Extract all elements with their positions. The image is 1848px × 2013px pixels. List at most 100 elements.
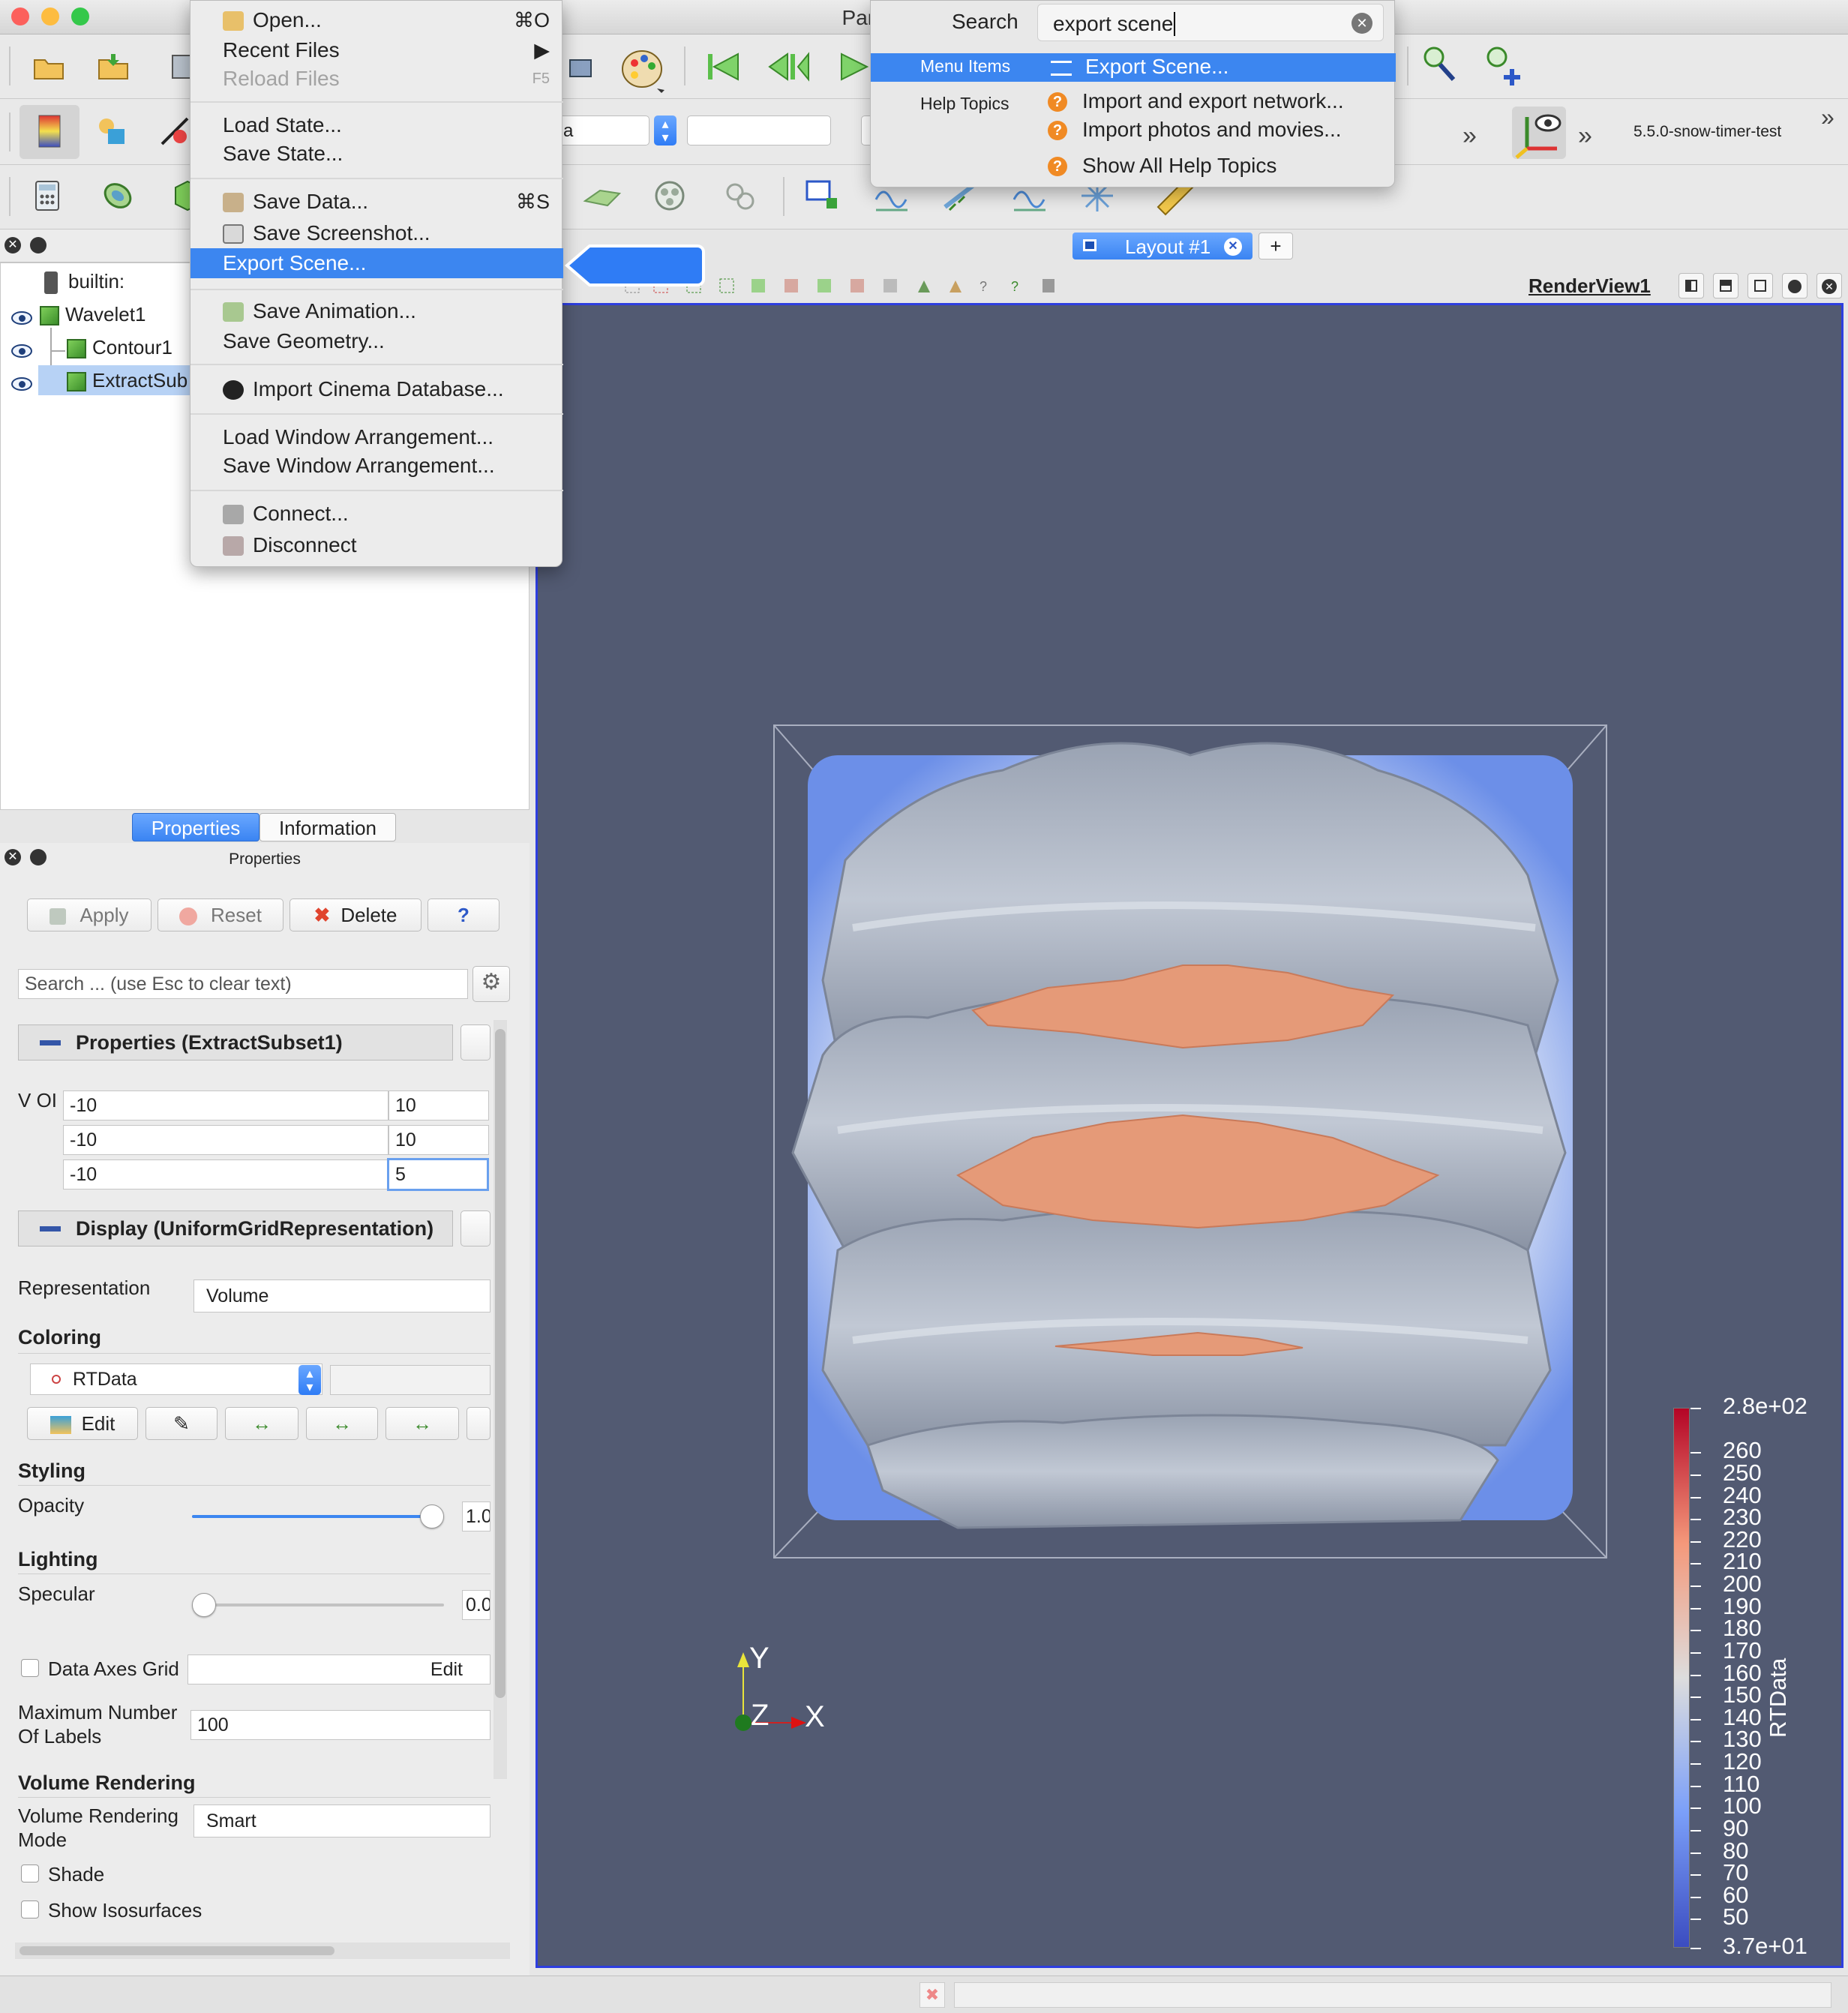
search-result-import-photos-movies[interactable]: Import photos and movies... (1082, 118, 1342, 142)
component-select[interactable] (687, 116, 831, 146)
menu-item-reload-files[interactable]: Reload Files F5 (190, 64, 563, 94)
copy-properties-button[interactable] (460, 1024, 490, 1060)
render-view[interactable]: Y Z X 2.8e+02 260 250 240 230 220 210 200 190 180… (536, 303, 1844, 1968)
apply-button[interactable]: Apply (27, 898, 152, 932)
orientation-axes-icon[interactable] (1512, 106, 1566, 159)
opacity-input[interactable]: 1.0 (462, 1502, 490, 1532)
variable-select[interactable]: a (555, 116, 650, 146)
properties-scrollbar[interactable] (494, 1020, 507, 1779)
open-folder-icon[interactable] (32, 50, 66, 84)
capture-view-icon[interactable] (1782, 273, 1808, 298)
coloring-array-stepper[interactable]: ▴ ▾ (298, 1365, 321, 1395)
delete-button[interactable]: ✖ Delete (290, 898, 422, 932)
menu-item-disconnect[interactable]: Disconnect (190, 530, 563, 560)
tab-information[interactable]: Information (260, 813, 396, 842)
choose-preset-button[interactable]: ✎ (146, 1407, 218, 1440)
menu-item-save-animation[interactable]: Save Animation... (190, 296, 563, 326)
more-tools-chevron-icon[interactable]: » (1462, 122, 1477, 151)
max-labels-input[interactable]: 100 (190, 1710, 490, 1740)
representation-select[interactable]: Volume (194, 1280, 490, 1312)
glyph-icon[interactable] (651, 178, 688, 213)
properties-section-header[interactable]: Properties (ExtractSubset1) (18, 1024, 453, 1060)
pipeline-item-wavelet1[interactable]: Wavelet1 (40, 299, 146, 329)
split-horizontal-icon[interactable] (1678, 273, 1704, 298)
split-vertical-icon[interactable] (1713, 273, 1738, 298)
menu-item-save-screenshot[interactable]: Save Screenshot... (190, 218, 563, 248)
menu-item-load-window-arrangement[interactable]: Load Window Arrangement... (190, 422, 563, 452)
menu-item-import-cinema[interactable]: Import Cinema Database... (190, 374, 563, 404)
close-layout-tab-icon[interactable]: ✕ (1224, 238, 1242, 256)
edit-colormap-button[interactable]: Edit (27, 1407, 138, 1440)
color-map-editor-icon[interactable] (20, 105, 80, 159)
menu-item-save-geometry[interactable]: Save Geometry... (190, 326, 563, 356)
rescale-visible-range-button[interactable] (466, 1407, 490, 1440)
contour-icon[interactable] (100, 178, 135, 213)
rescale-temporal-range-button[interactable]: ↔ (386, 1407, 459, 1440)
voi-min-y[interactable]: -10 (63, 1125, 388, 1155)
search-input[interactable]: export scene ✕ (1037, 4, 1384, 41)
add-layout-tab-button[interactable]: + (1258, 232, 1293, 260)
voi-max-y[interactable]: 10 (388, 1125, 489, 1155)
reset-button[interactable]: Reset (158, 898, 284, 932)
more-view-tools-chevron-icon[interactable]: » (1578, 122, 1592, 151)
error-console-icon[interactable]: ✖ (920, 1982, 945, 2008)
menu-item-load-state[interactable]: Load State... (190, 110, 563, 140)
voi-min-z[interactable]: -10 (63, 1160, 388, 1190)
voi-max-x[interactable]: 10 (388, 1090, 489, 1120)
voi-max-z[interactable]: 5 (387, 1158, 489, 1191)
visibility-eye-icon[interactable] (11, 311, 32, 325)
properties-search-input[interactable]: Search ... (use Esc to clear text) (18, 969, 468, 999)
zoom-to-data-icon[interactable] (1422, 44, 1460, 88)
search-result-export-scene[interactable]: Export Scene... (1051, 55, 1228, 79)
menu-item-export-scene[interactable]: Export Scene... (190, 248, 563, 278)
tab-layout-1[interactable]: Layout #1 ✕ (1072, 232, 1252, 260)
pipeline-item-contour1[interactable]: Contour1 (67, 332, 172, 362)
show-isosurfaces-checkbox[interactable] (21, 1900, 39, 1918)
pipeline-item-builtin[interactable]: builtin: (44, 266, 124, 296)
menu-item-save-window-arrangement[interactable]: Save Window Arrangement... (190, 451, 563, 481)
zoom-closest-icon[interactable] (1485, 44, 1527, 88)
close-dock-icon[interactable]: ✕ (4, 237, 21, 254)
horizontal-scrollbar-thumb[interactable] (20, 1946, 334, 1955)
coloring-component-select[interactable] (330, 1365, 490, 1395)
help-button[interactable]: ? (428, 898, 500, 932)
float-dock-icon[interactable] (30, 237, 46, 254)
opacity-slider-handle[interactable] (420, 1504, 444, 1528)
menu-item-recent-files[interactable]: Recent Files ▶ (190, 35, 563, 65)
specular-slider[interactable] (192, 1593, 444, 1617)
rescale-icon[interactable] (158, 114, 192, 148)
vr-mode-select[interactable]: Smart (194, 1804, 490, 1838)
copy-display-button[interactable] (460, 1210, 490, 1246)
menu-item-connect[interactable]: Connect... (190, 499, 563, 529)
scalar-bar-icon[interactable] (94, 114, 129, 148)
specular-slider-handle[interactable] (192, 1593, 216, 1617)
shade-checkbox[interactable] (21, 1864, 39, 1882)
opacity-slider[interactable] (192, 1504, 444, 1528)
properties-horizontal-scrollbar[interactable] (15, 1942, 510, 1959)
visibility-eye-icon[interactable] (11, 377, 32, 391)
visibility-eye-icon[interactable] (11, 344, 32, 358)
voi-min-x[interactable]: -10 (63, 1090, 388, 1120)
coloring-array-select[interactable]: RTData (30, 1364, 322, 1395)
data-axes-grid-checkbox[interactable] (21, 1659, 39, 1677)
scrollbar-thumb[interactable] (495, 1029, 506, 1698)
search-result-show-all-help-topics[interactable]: Show All Help Topics (1082, 154, 1276, 178)
advanced-settings-button[interactable]: ⚙ (472, 966, 510, 1002)
rescale-data-range-button[interactable]: ↔ (225, 1407, 298, 1440)
specular-input[interactable]: 0.0 (462, 1590, 490, 1620)
tab-properties[interactable]: Properties (132, 813, 260, 842)
capture-icon[interactable] (564, 50, 598, 84)
calculator-icon[interactable] (30, 178, 64, 213)
menu-item-save-state[interactable]: Save State... (190, 139, 563, 169)
search-result-import-export-network[interactable]: Import and export network... (1082, 89, 1344, 113)
menu-item-open[interactable]: Open... ⌘O (190, 5, 563, 35)
menu-item-save-data[interactable]: Save Data... ⌘S (190, 187, 563, 217)
maximize-view-icon[interactable] (1748, 273, 1773, 298)
variable-select-stepper[interactable]: ▴ ▾ (654, 116, 676, 146)
display-section-header[interactable]: Display (UniformGridRepresentation) (18, 1210, 453, 1246)
clear-search-icon[interactable]: ✕ (1352, 13, 1372, 34)
select-cells-icon[interactable] (804, 177, 842, 214)
rescale-custom-range-button[interactable]: ↔ (306, 1407, 378, 1440)
stream-tracer-icon[interactable] (722, 178, 759, 213)
toolbar-overflow-chevron-icon[interactable]: » (1821, 104, 1834, 131)
